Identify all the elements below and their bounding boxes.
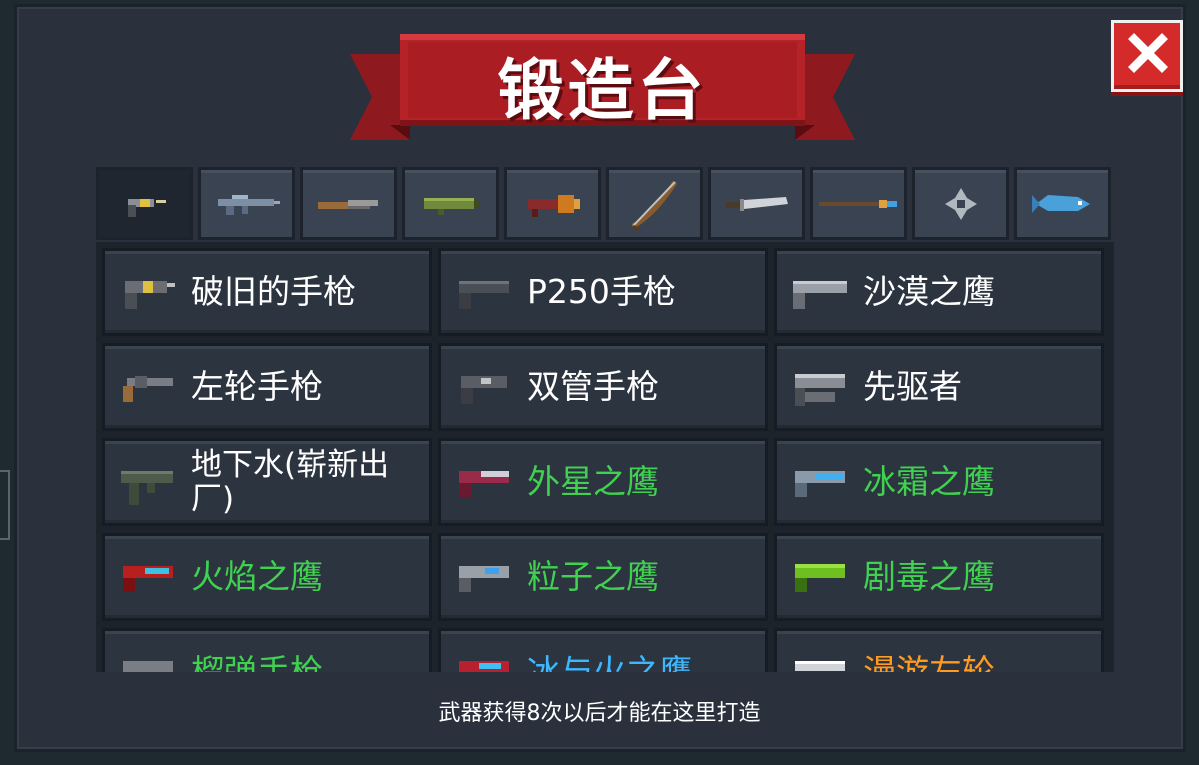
weapon-name: 沙漠之鹰 bbox=[863, 272, 995, 311]
weapon-name: 冰霜之鹰 bbox=[863, 462, 995, 501]
weapon-item[interactable]: 漫游左轮 bbox=[774, 628, 1104, 672]
weapon-item[interactable]: 双管手枪 bbox=[438, 343, 768, 431]
tab-fish[interactable] bbox=[1014, 167, 1111, 240]
weapon-item[interactable]: 地下水(崭新出厂) bbox=[102, 438, 432, 526]
weapon-name: 左轮手枪 bbox=[191, 367, 323, 406]
page-title: 锻造台 bbox=[497, 52, 708, 129]
shotgun-icon bbox=[317, 199, 378, 209]
weapon-name: 火焰之鹰 bbox=[191, 557, 323, 596]
pistol-icon bbox=[459, 281, 509, 309]
sword-icon bbox=[725, 196, 788, 211]
close-button[interactable] bbox=[1111, 20, 1183, 92]
weapon-item[interactable]: 左轮手枪 bbox=[102, 343, 432, 431]
pistol-icon bbox=[123, 566, 173, 592]
smg-icon bbox=[121, 471, 173, 505]
pistol-icon bbox=[123, 661, 173, 672]
pistol-icon bbox=[795, 471, 845, 497]
weapon-name: 破旧的手枪 bbox=[191, 272, 356, 311]
weapon-item[interactable]: 先驱者 bbox=[774, 343, 1104, 431]
tab-rifle[interactable] bbox=[198, 167, 295, 240]
weapon-item[interactable]: 剧毒之鹰 bbox=[774, 533, 1104, 621]
pistol-icon bbox=[795, 564, 845, 592]
weapon-item[interactable]: 冰霜之鹰 bbox=[774, 438, 1104, 526]
launcher-icon bbox=[423, 197, 480, 215]
weapon-name: 先驱者 bbox=[863, 367, 962, 406]
weapon-name: 漫游左轮 bbox=[863, 652, 995, 673]
weapon-item[interactable]: 沙漠之鹰 bbox=[774, 248, 1104, 336]
tab-staff[interactable] bbox=[810, 167, 907, 240]
tab-throwing[interactable] bbox=[912, 167, 1009, 240]
fish-icon bbox=[1031, 194, 1090, 213]
weapon-item[interactable]: 火焰之鹰 bbox=[102, 533, 432, 621]
weapon-category-tabs bbox=[96, 167, 1114, 240]
rocket-icon bbox=[527, 194, 580, 217]
weapon-item[interactable]: 榴弹手枪 bbox=[102, 628, 432, 672]
weapon-name: P250手枪 bbox=[527, 272, 676, 311]
staff-icon bbox=[818, 199, 897, 208]
weapon-name: 双管手枪 bbox=[527, 367, 659, 406]
pistol-icon bbox=[125, 281, 175, 309]
pistol-icon bbox=[795, 374, 845, 406]
weapon-name: 外星之鹰 bbox=[527, 462, 659, 501]
weapon-item[interactable]: 外星之鹰 bbox=[438, 438, 768, 526]
pistol-icon bbox=[461, 376, 507, 404]
weapon-name: 榴弹手枪 bbox=[191, 652, 323, 673]
weapon-name: 地下水(崭新出厂) bbox=[191, 447, 390, 517]
rifle-icon bbox=[217, 194, 280, 215]
pistol-icon bbox=[127, 198, 166, 217]
forge-hint-text: 武器获得8次以后才能在这里打造 bbox=[438, 701, 761, 726]
title-banner: 锻造台 bbox=[350, 30, 855, 145]
shuriken-icon bbox=[944, 187, 977, 220]
weapon-grid: 破旧的手枪 P250手枪 沙漠之鹰 左轮手枪 双管手枪 先驱者 地下水(崭新出厂… bbox=[96, 242, 1114, 672]
close-icon bbox=[1128, 33, 1168, 73]
pistol-icon bbox=[459, 661, 509, 672]
weapon-name: 粒子之鹰 bbox=[527, 557, 659, 596]
background-edge bbox=[0, 470, 10, 540]
weapon-name: 剧毒之鹰 bbox=[863, 557, 995, 596]
weapon-item[interactable]: 冰与火之鹰 bbox=[438, 628, 768, 672]
tab-launcher[interactable] bbox=[402, 167, 499, 240]
bow-icon bbox=[631, 180, 677, 231]
weapon-item[interactable]: 粒子之鹰 bbox=[438, 533, 768, 621]
tab-rocket[interactable] bbox=[504, 167, 601, 240]
weapon-item[interactable]: 破旧的手枪 bbox=[102, 248, 432, 336]
revolver-icon bbox=[123, 376, 173, 402]
pistol-icon bbox=[459, 471, 509, 497]
tab-shotgun[interactable] bbox=[300, 167, 397, 240]
weapon-name: 冰与火之鹰 bbox=[527, 652, 692, 673]
weapon-item[interactable]: P250手枪 bbox=[438, 248, 768, 336]
pistol-icon bbox=[459, 566, 509, 592]
tab-sword[interactable] bbox=[708, 167, 805, 240]
revolver-icon bbox=[795, 661, 845, 671]
pistol-icon bbox=[793, 281, 847, 309]
tab-pistol[interactable] bbox=[96, 167, 193, 240]
tab-bow[interactable] bbox=[606, 167, 703, 240]
